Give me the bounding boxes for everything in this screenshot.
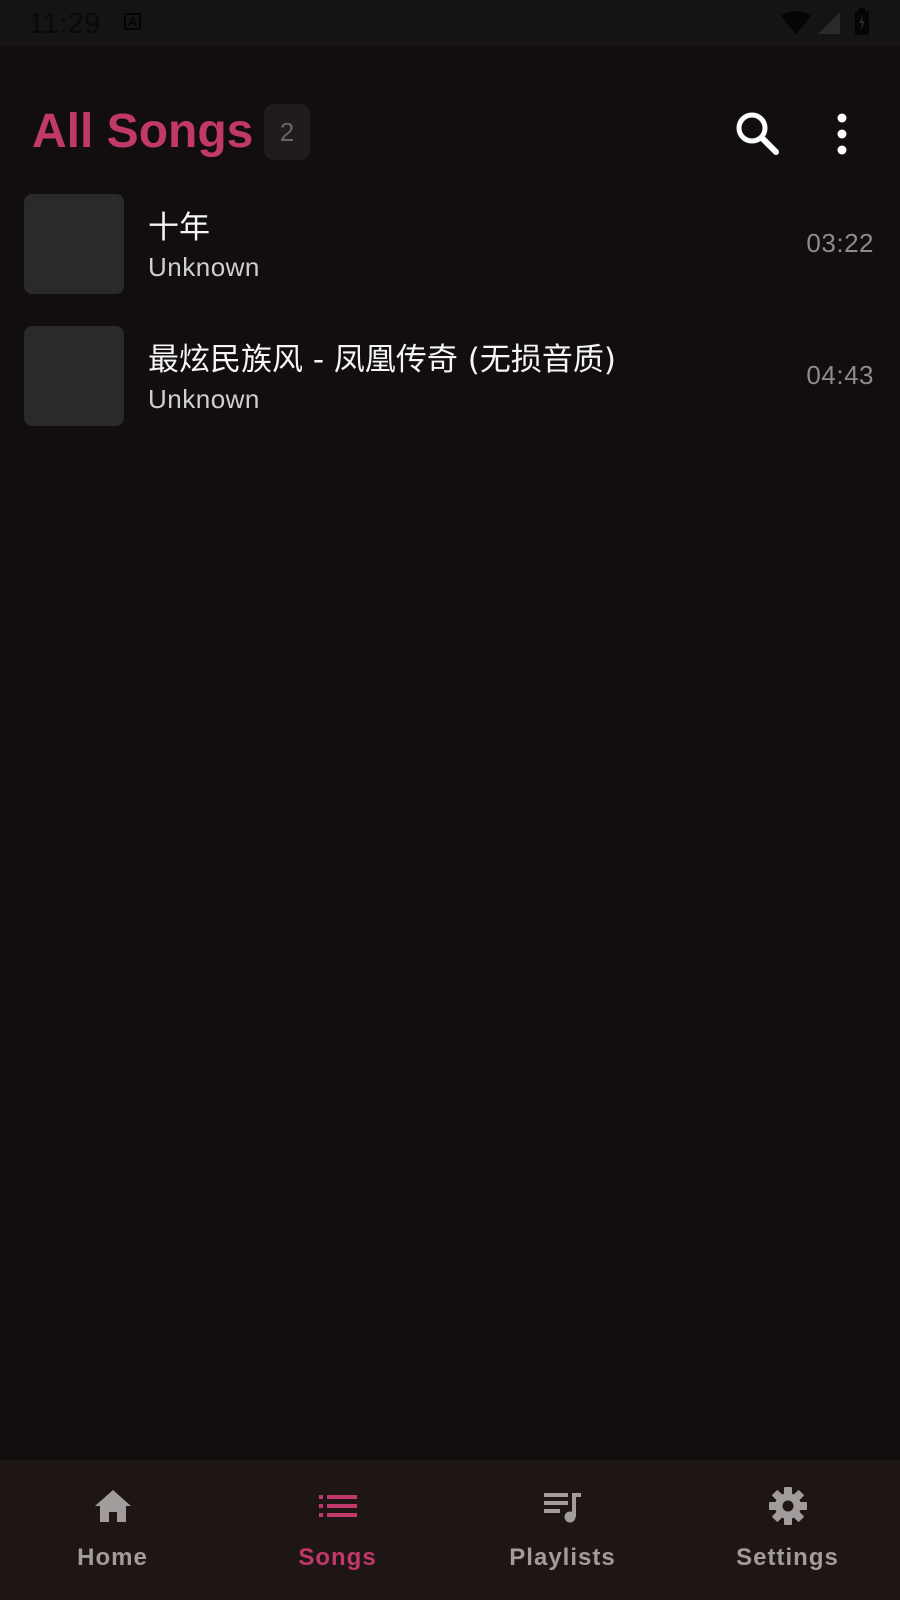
song-list: 十年 Unknown 03:22 最炫民族风 - 凤凰传奇 (无损音质) Unk… [0,186,900,450]
nav-label: Songs [298,1544,377,1571]
signal-icon [818,12,840,34]
nav-item-settings[interactable]: Settings [675,1460,900,1600]
gear-icon [768,1487,807,1525]
album-art [24,326,124,426]
search-icon [736,112,779,155]
more-vert-icon [837,113,847,155]
nav-item-playlists[interactable]: Playlists [450,1460,675,1600]
song-artist: Unknown [148,252,260,282]
nav-label: Settings [736,1544,839,1571]
nav-label: Playlists [509,1544,616,1571]
song-artist: Unknown [148,384,260,414]
nav-item-songs[interactable]: Songs [225,1460,450,1600]
song-count-badge: 2 [264,104,310,160]
home-icon [94,1490,131,1522]
song-list-item[interactable]: 最炫民族风 - 凤凰传奇 (无损音质) Unknown 04:43 [0,318,900,450]
playlist-icon [543,1493,581,1523]
bottom-navigation: Home Songs Playlists Settings [0,1460,900,1600]
song-title: 最炫民族风 - 凤凰传奇 (无损音质) [148,342,616,378]
more-options-button[interactable] [818,108,866,160]
list-icon [318,1495,357,1517]
search-button[interactable] [732,108,784,160]
nav-item-home[interactable]: Home [0,1460,225,1600]
header: All Songs 2 [0,96,900,176]
song-list-item[interactable]: 十年 Unknown 03:22 [0,186,900,318]
a-icon: A [124,13,141,30]
nav-label: Home [77,1544,148,1571]
song-duration: 03:22 [806,228,874,258]
song-duration: 04:43 [806,360,874,390]
battery-icon [855,8,869,35]
status-time: 11:29 [28,8,101,40]
status-bar: 11:29 A [0,0,900,46]
page-title: All Songs [32,105,254,158]
album-art [24,194,124,294]
song-title: 十年 [148,210,210,246]
wifi-icon [781,11,811,34]
